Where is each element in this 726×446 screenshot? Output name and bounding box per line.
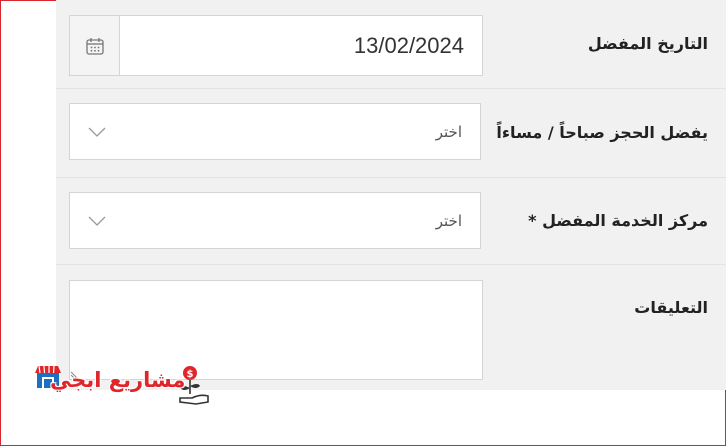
service-center-select[interactable]: اختر (69, 192, 481, 249)
date-field[interactable]: 13/02/2024 (69, 15, 483, 76)
service-center-row: مركز الخدمة المفضل * اختر (56, 178, 726, 264)
service-center-value: اختر (435, 211, 462, 230)
time-pref-value: اختر (435, 122, 462, 141)
calendar-icon (85, 37, 104, 55)
site-logo: $ مشاريع ابجي (28, 362, 214, 412)
date-row: التاريخ المفضل 13/02/2024 (56, 0, 726, 86)
chevron-down-icon (88, 216, 106, 226)
booking-form: التاريخ المفضل 13/02/2024 يفضل الحجز صبا… (56, 0, 726, 390)
calendar-button[interactable] (70, 16, 120, 75)
svg-text:$: $ (187, 369, 194, 380)
date-label: التاريخ المفضل (587, 34, 708, 53)
time-pref-label: يفضل الحجز صباحاً / مساءاً (496, 123, 708, 142)
comments-label: التعليقات (634, 298, 708, 317)
time-pref-row: يفضل الحجز صباحاً / مساءاً اختر (56, 89, 726, 177)
date-value: 13/02/2024 (353, 32, 464, 58)
service-center-label: مركز الخدمة المفضل * (528, 211, 708, 230)
row-divider (56, 264, 726, 265)
time-pref-select[interactable]: اختر (69, 103, 481, 160)
chevron-down-icon (88, 127, 106, 137)
logo-text: مشاريع ابجي (50, 368, 186, 392)
